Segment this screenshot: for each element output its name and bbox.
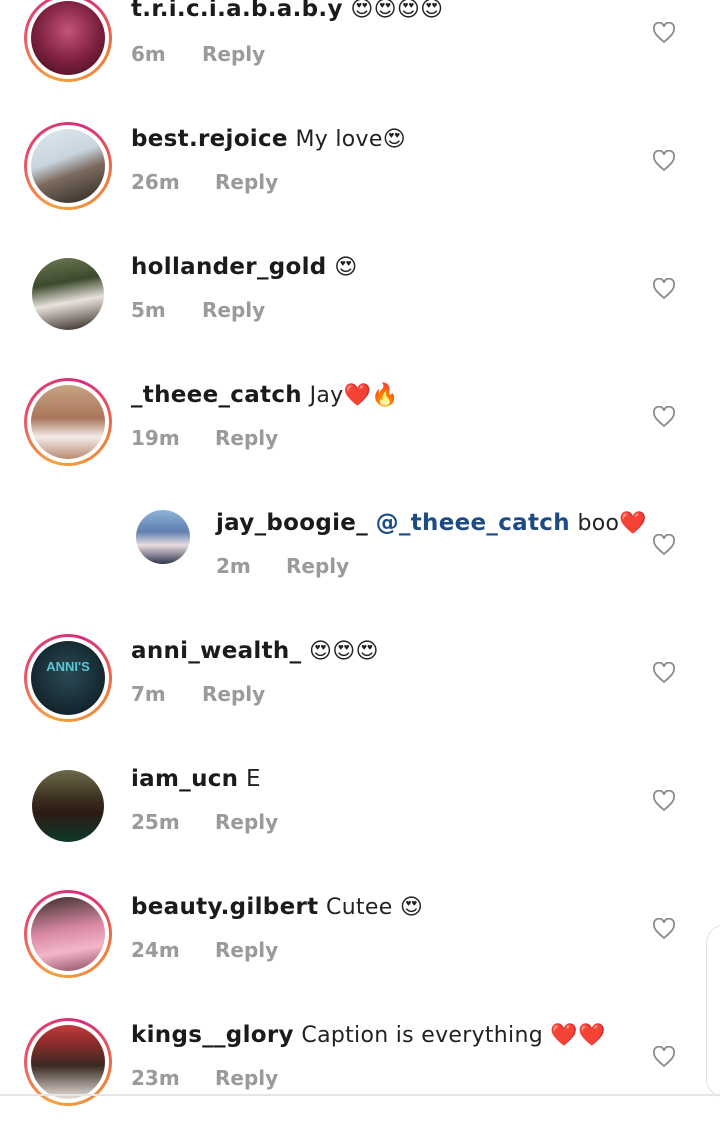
heart-outline-icon[interactable] (652, 1046, 676, 1068)
reply-button[interactable]: Reply (215, 938, 278, 962)
avatar[interactable] (24, 250, 112, 338)
comment-text: boo❤️ (577, 511, 647, 536)
heart-outline-icon[interactable] (652, 918, 676, 940)
reply-button[interactable]: Reply (215, 810, 278, 834)
comment-username[interactable]: hollander_gold (131, 254, 327, 280)
comment-item: beauty.gilbert Cutee 😍 24m Reply (0, 876, 720, 1004)
comment-username[interactable]: anni_wealth_ (131, 638, 301, 664)
comment-time: 7m (131, 682, 166, 706)
comment-text: Cutee 😍 (326, 895, 424, 920)
comment-text: Jay❤️🔥 (309, 383, 399, 408)
comment-time: 25m (131, 810, 180, 834)
avatar[interactable] (130, 504, 196, 570)
scroll-handle[interactable] (706, 925, 720, 1097)
avatar[interactable] (24, 0, 112, 82)
comment-item: _theee_catch Jay❤️🔥 19m Reply (0, 364, 720, 492)
comment-item: best.rejoice My love😍 26m Reply (0, 108, 720, 236)
comment-time: 19m (131, 426, 180, 450)
reply-item: jay_boogie_ @_theee_catch boo❤️ 2m Reply (0, 492, 720, 620)
comment-item: kings__glory Caption is everything ❤️❤️ … (0, 1004, 720, 1132)
comment-item: hollander_gold 😍 5m Reply (0, 236, 720, 364)
reply-button[interactable]: Reply (286, 554, 349, 578)
mention-link[interactable]: @_theee_catch (376, 510, 570, 536)
reply-button[interactable]: Reply (202, 42, 265, 66)
comment-text: My love😍 (295, 127, 406, 152)
heart-outline-icon[interactable] (652, 150, 676, 172)
comment-username[interactable]: _theee_catch (131, 382, 302, 408)
reply-button[interactable]: Reply (202, 298, 265, 322)
comment-text: Caption is everything ❤️❤️ (301, 1023, 606, 1048)
comment-time: 26m (131, 170, 180, 194)
avatar[interactable] (24, 1018, 112, 1106)
avatar[interactable] (24, 378, 112, 466)
comment-time: 24m (131, 938, 180, 962)
avatar-logo-text: ANNI'S (46, 659, 90, 674)
heart-outline-icon[interactable] (652, 406, 676, 428)
comment-username[interactable]: best.rejoice (131, 126, 288, 152)
reply-button[interactable]: Reply (202, 682, 265, 706)
comment-username[interactable]: beauty.gilbert (131, 894, 318, 920)
reply-button[interactable]: Reply (215, 170, 278, 194)
avatar[interactable]: ANNI'S (24, 634, 112, 722)
comment-item: t.r.i.c.i.a.b.a.b.y 😍😍😍😍 6m Reply (0, 0, 720, 108)
heart-outline-icon[interactable] (652, 662, 676, 684)
heart-outline-icon[interactable] (652, 22, 676, 44)
comment-text: 😍😍😍 (309, 639, 379, 664)
comment-text: 😍😍😍😍 (350, 0, 444, 22)
comment-text: 😍 (334, 255, 358, 280)
comment-time: 23m (131, 1066, 180, 1090)
heart-outline-icon[interactable] (652, 790, 676, 812)
divider (0, 1094, 720, 1096)
comment-time: 6m (131, 42, 166, 66)
comment-username[interactable]: kings__glory (131, 1022, 294, 1048)
comment-username[interactable]: iam_ucn (131, 766, 238, 792)
heart-outline-icon[interactable] (652, 534, 676, 556)
comment-username[interactable]: t.r.i.c.i.a.b.a.b.y (131, 0, 343, 22)
comment-item: ANNI'S anni_wealth_ 😍😍😍 7m Reply (0, 620, 720, 748)
comment-username[interactable]: jay_boogie_ (216, 510, 368, 536)
avatar[interactable] (24, 890, 112, 978)
heart-outline-icon[interactable] (652, 278, 676, 300)
comment-time: 5m (131, 298, 166, 322)
avatar[interactable] (24, 762, 112, 850)
comment-text: E (245, 766, 261, 792)
reply-button[interactable]: Reply (215, 426, 278, 450)
reply-button[interactable]: Reply (215, 1066, 278, 1090)
comment-item: iam_ucn E 25m Reply (0, 748, 720, 876)
avatar[interactable] (24, 122, 112, 210)
comment-time: 2m (216, 554, 251, 578)
